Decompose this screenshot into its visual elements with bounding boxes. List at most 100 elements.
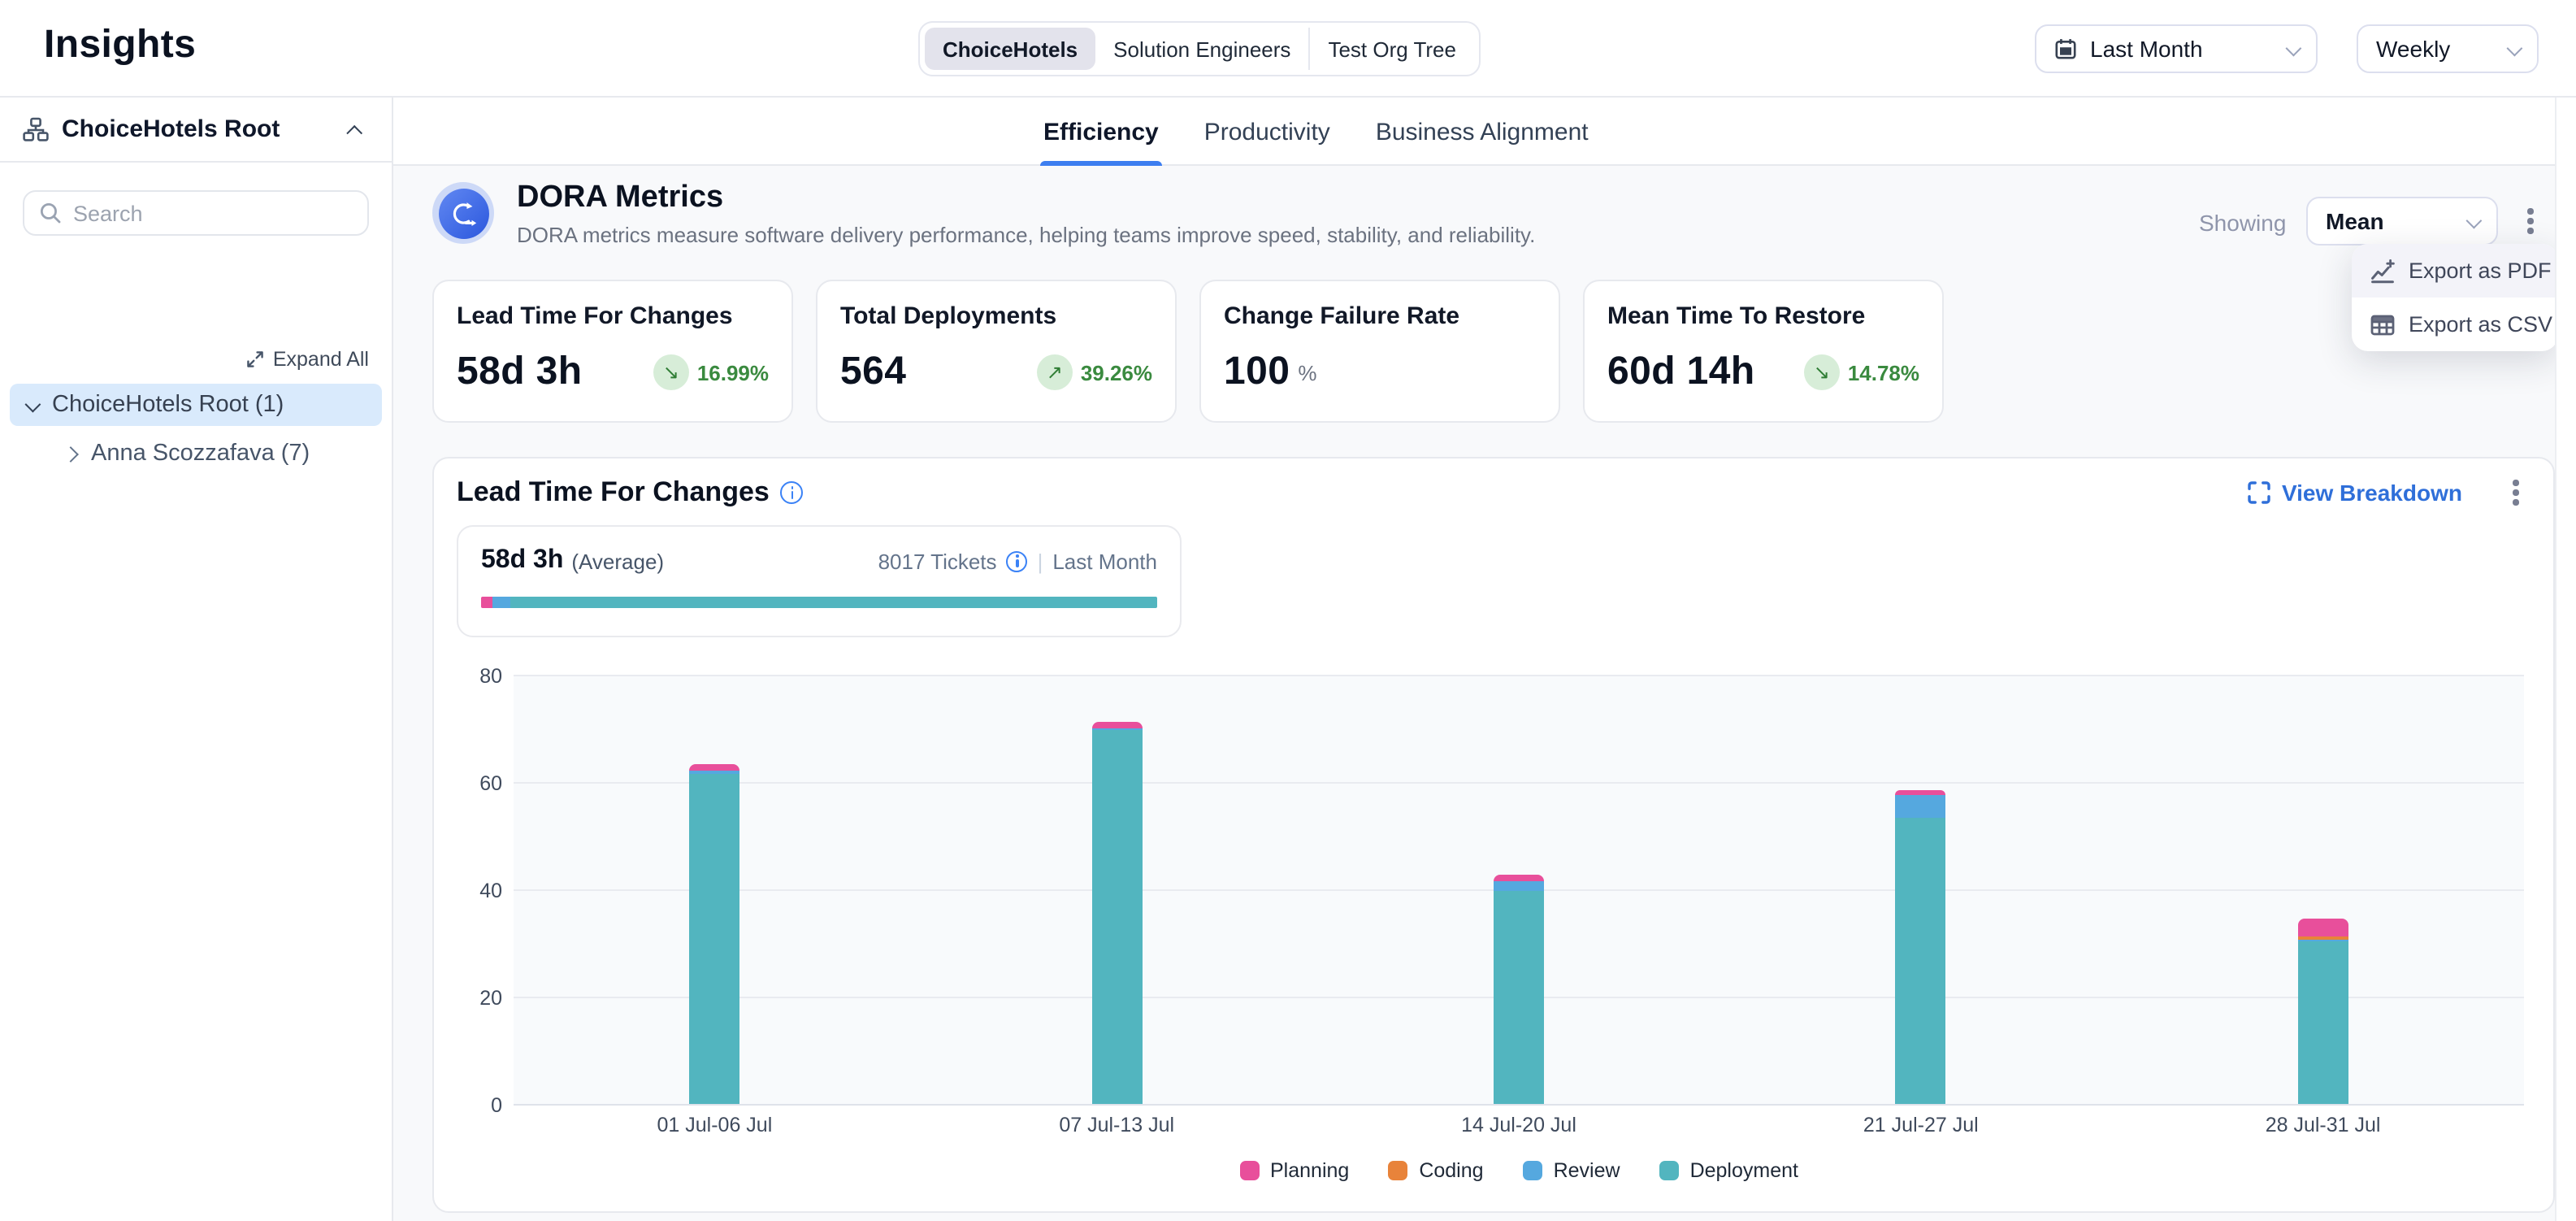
chevron-right-icon[interactable] — [63, 445, 79, 462]
legend-label: Coding — [1419, 1159, 1483, 1182]
y-tick-label: 80 — [479, 665, 502, 688]
main-tab-strip: Efficiency Productivity Business Alignment — [393, 98, 2555, 166]
legend-item-coding: Coding — [1388, 1159, 1483, 1182]
main-tabs: Efficiency Productivity Business Alignment — [1040, 98, 1592, 166]
scrollbar-track[interactable] — [2555, 98, 2576, 1221]
bar-segment-planning — [1494, 875, 1544, 882]
phase-distribution-bar — [481, 597, 1157, 608]
average-stat-box: 58d 3h (Average) 8017 Tickets | Last Mon… — [457, 525, 1182, 637]
sidebar-collapse-button[interactable] — [345, 111, 369, 148]
menu-item-label: Export as CSV — [2409, 312, 2552, 337]
dora-overflow-menu-button[interactable] — [2516, 203, 2545, 239]
metric-card-unit: % — [1298, 360, 1316, 385]
table-icon — [2370, 311, 2396, 337]
bar-segment-deployment — [689, 774, 739, 1104]
bar-segment-review — [1494, 882, 1544, 891]
stacked-bar — [1896, 789, 1946, 1104]
legend-swatch — [1388, 1161, 1407, 1180]
info-icon[interactable] — [1007, 550, 1028, 571]
metric-card-title: Lead Time For Changes — [457, 302, 769, 330]
average-suffix: (Average) — [571, 549, 664, 573]
legend-item-planning: Planning — [1239, 1159, 1349, 1182]
expand-all-button[interactable]: Expand All — [245, 348, 369, 371]
aggregation-select[interactable]: Mean — [2306, 197, 2498, 246]
org-tab-solution-engineers[interactable]: Solution Engineers — [1095, 28, 1308, 70]
sidebar-header: ChoiceHotels Root — [0, 98, 392, 163]
x-tick-label: 28 Jul-31 Jul — [2266, 1114, 2381, 1136]
tree-node-label: ChoiceHotels Root (1) — [52, 392, 284, 418]
tree-node[interactable]: Anna Scozzafava (7) — [49, 432, 382, 475]
dora-section-subtitle: DORA metrics measure software delivery p… — [517, 223, 1535, 247]
metric-card-value: 60d 14h — [1607, 350, 1755, 395]
metric-card-value: 58d 3h — [457, 350, 582, 395]
info-icon[interactable] — [781, 481, 804, 504]
org-hierarchy-icon — [23, 116, 49, 142]
chart-overflow-menu-button[interactable] — [2501, 475, 2530, 511]
org-tab-test-org-tree[interactable]: Test Org Tree — [1308, 28, 1474, 70]
granularity-select[interactable]: Weekly — [2357, 24, 2539, 73]
bar-segment-review — [1896, 794, 1946, 818]
x-tick-label: 21 Jul-27 Jul — [1863, 1114, 1979, 1136]
menu-item-export-as-csv[interactable]: Export as CSV — [2352, 298, 2558, 351]
chart-legend: PlanningCodingReviewDeployment — [514, 1159, 2524, 1182]
phase-segment-review — [492, 597, 510, 608]
page-title: Insights — [44, 23, 196, 68]
tab-productivity[interactable]: Productivity — [1201, 98, 1334, 166]
trend-percent: 39.26% — [1081, 360, 1152, 385]
y-tick-label: 0 — [491, 1094, 502, 1117]
view-breakdown-link[interactable]: View Breakdown — [2248, 480, 2462, 506]
stacked-bar — [2298, 918, 2348, 1104]
menu-item-label: Export as PDF — [2409, 259, 2552, 283]
dora-section-title: DORA Metrics — [517, 180, 723, 216]
aggregation-value: Mean — [2326, 208, 2454, 234]
metric-card-title: Change Failure Rate — [1224, 302, 1536, 330]
chevron-up-icon — [346, 125, 362, 141]
chevron-down-icon — [2507, 40, 2523, 56]
tree-node-label: Anna Scozzafava (7) — [91, 441, 310, 467]
legend-label: Planning — [1270, 1159, 1349, 1182]
trend-badge: ↘16.99% — [653, 354, 769, 390]
insights-page: Insights ChoiceHotelsSolution EngineersT… — [0, 0, 2576, 1221]
x-tick-label: 01 Jul-06 Jul — [657, 1114, 773, 1136]
search-input[interactable] — [73, 201, 361, 225]
trend-percent: 14.78% — [1848, 360, 1919, 385]
bar-segment-planning — [1091, 723, 1142, 728]
legend-swatch — [1239, 1161, 1259, 1180]
bar-segment-deployment — [1494, 891, 1544, 1104]
tab-business-alignment[interactable]: Business Alignment — [1373, 98, 1592, 166]
sidebar-title: ChoiceHotels Root — [62, 115, 332, 143]
divider: | — [1038, 549, 1043, 573]
chevron-down-icon[interactable] — [25, 396, 41, 412]
date-range-select[interactable]: Last Month — [2035, 24, 2318, 73]
date-range-value: Last Month — [2090, 36, 2274, 62]
tickets-count: 8017 Tickets — [878, 549, 997, 573]
org-tree-sidebar: ChoiceHotels Root Expand All ChoiceHotel… — [0, 98, 393, 1221]
x-tick-label: 07 Jul-13 Jul — [1059, 1114, 1174, 1136]
gridline — [514, 675, 2524, 676]
menu-item-export-as-pdf[interactable]: Export as PDF — [2352, 244, 2558, 298]
phase-segment-deployment — [510, 597, 1157, 608]
tab-efficiency[interactable]: Efficiency — [1040, 98, 1162, 166]
metric-card: Mean Time To Restore60d 14h↘14.78% — [1583, 280, 1944, 423]
metric-card-title: Mean Time To Restore — [1607, 302, 1919, 330]
average-value: 58d 3h — [481, 546, 563, 576]
stacked-bar — [689, 765, 739, 1104]
org-tab-choicehotels[interactable]: ChoiceHotels — [925, 28, 1095, 70]
tree-node[interactable]: ChoiceHotels Root (1) — [10, 384, 382, 426]
x-tick-label: 14 Jul-20 Jul — [1461, 1114, 1576, 1136]
bar-segment-deployment — [1091, 730, 1142, 1104]
metric-cards-row: Lead Time For Changes 58d 3h ↘16.99% Total … — [432, 280, 1944, 423]
view-breakdown-label: View Breakdown — [2282, 480, 2462, 506]
chevron-down-icon — [2466, 212, 2483, 228]
bar-segment-deployment — [2298, 941, 2348, 1104]
dashboard-content: DORA Metrics DORA metrics measure softwa… — [393, 166, 2555, 1221]
metric-card: Total Deployments564↗39.26% — [816, 280, 1177, 423]
stacked-bar — [1494, 875, 1544, 1104]
bar-segment-deployment — [1896, 818, 1946, 1104]
expand-all-label: Expand All — [273, 348, 369, 371]
search-icon — [39, 202, 62, 224]
expand-all-icon — [245, 350, 265, 369]
calendar-icon — [2054, 37, 2077, 60]
metric-card: Lead Time For Changes 58d 3h ↘16.99% — [432, 280, 793, 423]
bar-segment-planning — [689, 765, 739, 771]
